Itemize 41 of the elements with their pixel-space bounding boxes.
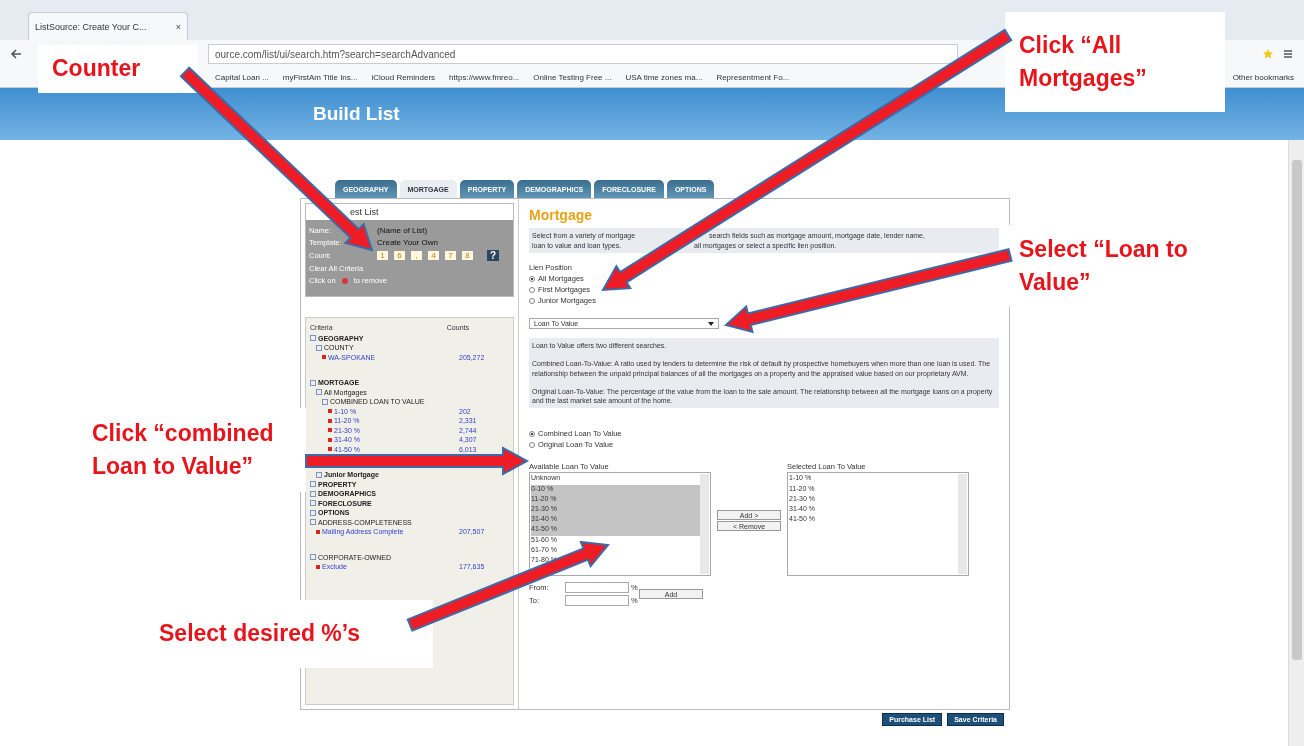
remove-icon[interactable]	[322, 355, 326, 360]
section-title: Mortgage	[529, 207, 593, 224]
remove-icon[interactable]	[316, 564, 320, 569]
counter-digit: ,	[411, 251, 422, 260]
radio-button[interactable]	[529, 286, 535, 293]
template-name: Create Your Own	[377, 238, 438, 247]
list-name: (Name of List)	[377, 226, 428, 235]
bookmark[interactable]: Representment Fo...	[716, 73, 790, 82]
back-icon[interactable]	[10, 48, 22, 60]
bookmark[interactable]: USA time zones ma...	[625, 73, 703, 82]
radio-button[interactable]	[529, 431, 535, 437]
expand-icon[interactable]	[310, 554, 316, 561]
caret-icon	[708, 321, 714, 326]
bookmark[interactable]: myFirstAm Title Ins...	[282, 73, 358, 82]
bookmark[interactable]: Capital Loan ...	[215, 73, 269, 82]
browser-tab[interactable]: ListSource: Create Your C... ×	[28, 12, 188, 40]
tab-close[interactable]: ×	[175, 21, 181, 32]
to-field[interactable]	[565, 595, 629, 607]
page-title: Build List	[313, 103, 400, 125]
menu-icon[interactable]	[1282, 48, 1294, 60]
star-icon[interactable]	[1262, 48, 1274, 60]
bookmark[interactable]: Online Testing Free ...	[533, 73, 612, 82]
counter-digit: 8	[462, 251, 473, 260]
bookmark[interactable]: Other bookmarks	[1232, 73, 1294, 82]
callout-label: Click “All Mortgages”	[1005, 12, 1225, 112]
remove-icon	[341, 277, 348, 284]
bookmark[interactable]: https://www.fmreo...	[449, 73, 520, 82]
remove-icon[interactable]	[316, 529, 320, 534]
radio-button[interactable]	[529, 275, 535, 282]
radio-button[interactable]	[529, 297, 535, 304]
counter-digit: 4	[428, 251, 439, 260]
counter-digit: 6	[394, 251, 405, 260]
help-button[interactable]: ?	[487, 250, 500, 261]
address-field[interactable]: ource.com/list/ui/search.htm?search=searchAdvanced	[208, 44, 958, 64]
scroll-thumb[interactable]	[1291, 160, 1302, 660]
bookmark[interactable]: iCloud Reminders	[371, 73, 436, 82]
radio-button[interactable]	[529, 442, 535, 448]
callout-label: Counter	[38, 45, 198, 93]
counter-digit: 1	[377, 251, 388, 260]
from-field[interactable]	[565, 582, 629, 594]
counter-digit: 7	[445, 251, 456, 260]
